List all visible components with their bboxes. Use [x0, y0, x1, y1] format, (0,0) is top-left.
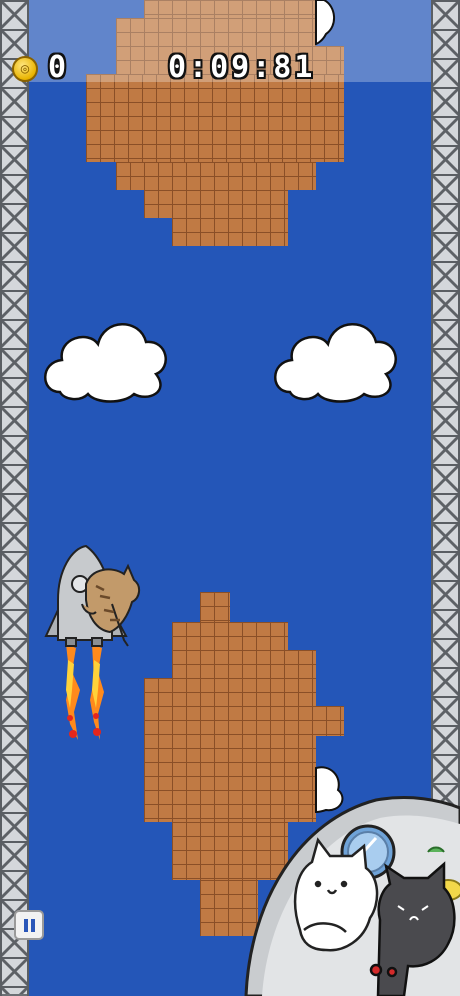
cloud-bottom-partial [315, 766, 344, 814]
coin-counter: 0 [48, 50, 70, 85]
rocket-flame [66, 644, 104, 740]
tabby-cat [81, 563, 140, 647]
white-cat [293, 837, 379, 952]
pause-button[interactable] [14, 910, 44, 940]
left-metal-wall [0, 0, 29, 996]
cloud-right [274, 323, 397, 403]
right-metal-wall [431, 0, 460, 996]
elapsed-timer: 0:09:81 [168, 50, 316, 85]
cloud-left [44, 323, 167, 403]
coin-icon: ◎ [12, 56, 38, 82]
rocket [44, 544, 128, 647]
